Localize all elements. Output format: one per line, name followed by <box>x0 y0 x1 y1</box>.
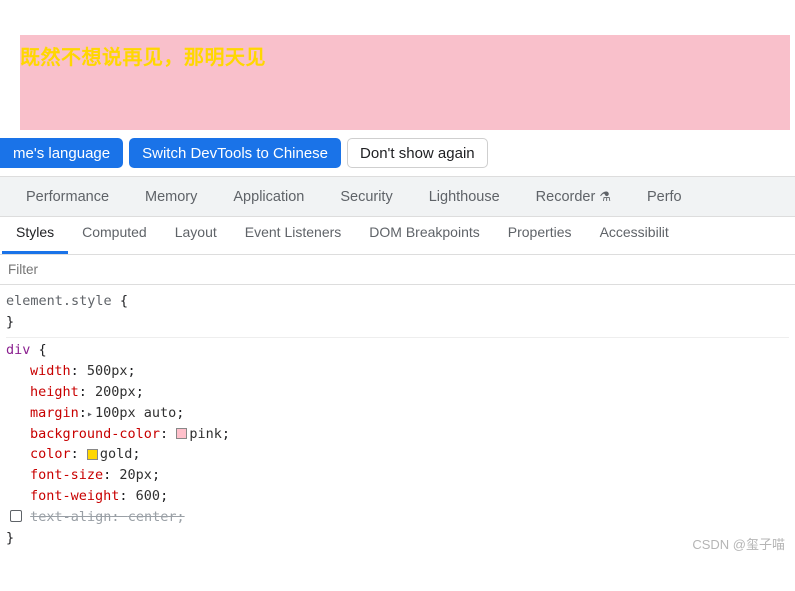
styles-pane: element.style { } div { width: 500px; he… <box>0 285 795 557</box>
rule-div[interactable]: div { width: 500px; height: 200px; margi… <box>6 338 789 553</box>
color-swatch-icon[interactable] <box>87 449 98 460</box>
css-prop-text-align[interactable]: text-align: center; <box>8 507 789 528</box>
tab-properties[interactable]: Properties <box>494 217 586 254</box>
tab-application[interactable]: Application <box>215 177 322 216</box>
color-swatch-icon[interactable] <box>176 428 187 439</box>
flask-icon: ⚗ <box>599 189 611 205</box>
css-prop-margin[interactable]: margin:▸100px auto; <box>30 403 789 424</box>
tab-performance-insights[interactable]: Perfo <box>629 177 700 216</box>
css-properties: width: 500px; height: 200px; margin:▸100… <box>6 361 789 528</box>
demo-box: 既然不想说再见，那明天见 <box>20 35 790 130</box>
demo-box-text: 既然不想说再见，那明天见 <box>20 47 266 69</box>
toggle-property-checkbox[interactable] <box>10 510 22 522</box>
css-prop-color[interactable]: color: gold; <box>30 444 789 465</box>
tab-dom-breakpoints[interactable]: DOM Breakpoints <box>355 217 493 254</box>
css-prop-height[interactable]: height: 200px; <box>30 382 789 403</box>
elements-sub-tabs: Styles Computed Layout Event Listeners D… <box>0 217 795 255</box>
css-prop-font-size[interactable]: font-size: 20px; <box>30 465 789 486</box>
tab-layout[interactable]: Layout <box>161 217 231 254</box>
dismiss-language-button[interactable]: Don't show again <box>347 138 488 168</box>
chrome-language-button[interactable]: me's language <box>0 138 123 168</box>
tab-recorder[interactable]: Recorder ⚗ <box>518 177 629 216</box>
selector-text: element.style <box>6 293 112 309</box>
tab-security[interactable]: Security <box>322 177 410 216</box>
tab-performance[interactable]: Performance <box>8 177 127 216</box>
css-prop-font-weight[interactable]: font-weight: 600; <box>30 486 789 507</box>
tab-lighthouse[interactable]: Lighthouse <box>411 177 518 216</box>
tab-styles[interactable]: Styles <box>2 217 68 254</box>
selector-text: div <box>6 342 30 358</box>
devtools-language-bar: me's language Switch DevTools to Chinese… <box>0 130 795 177</box>
watermark: CSDN @玺子喵 <box>692 535 785 555</box>
switch-language-button[interactable]: Switch DevTools to Chinese <box>129 138 341 168</box>
tab-computed[interactable]: Computed <box>68 217 161 254</box>
devtools-main-tabs: Performance Memory Application Security … <box>0 177 795 217</box>
tab-event-listeners[interactable]: Event Listeners <box>231 217 356 254</box>
css-prop-width[interactable]: width: 500px; <box>30 361 789 382</box>
rendered-page: 既然不想说再见，那明天见 <box>0 0 795 130</box>
tab-memory[interactable]: Memory <box>127 177 215 216</box>
expand-shorthand-icon[interactable]: ▸ <box>87 407 93 423</box>
styles-filter-row <box>0 255 795 285</box>
css-prop-background-color[interactable]: background-color: pink; <box>30 424 789 445</box>
rule-element-style[interactable]: element.style { } <box>6 289 789 338</box>
styles-filter-input[interactable] <box>0 255 795 284</box>
tab-accessibility[interactable]: Accessibilit <box>586 217 683 254</box>
